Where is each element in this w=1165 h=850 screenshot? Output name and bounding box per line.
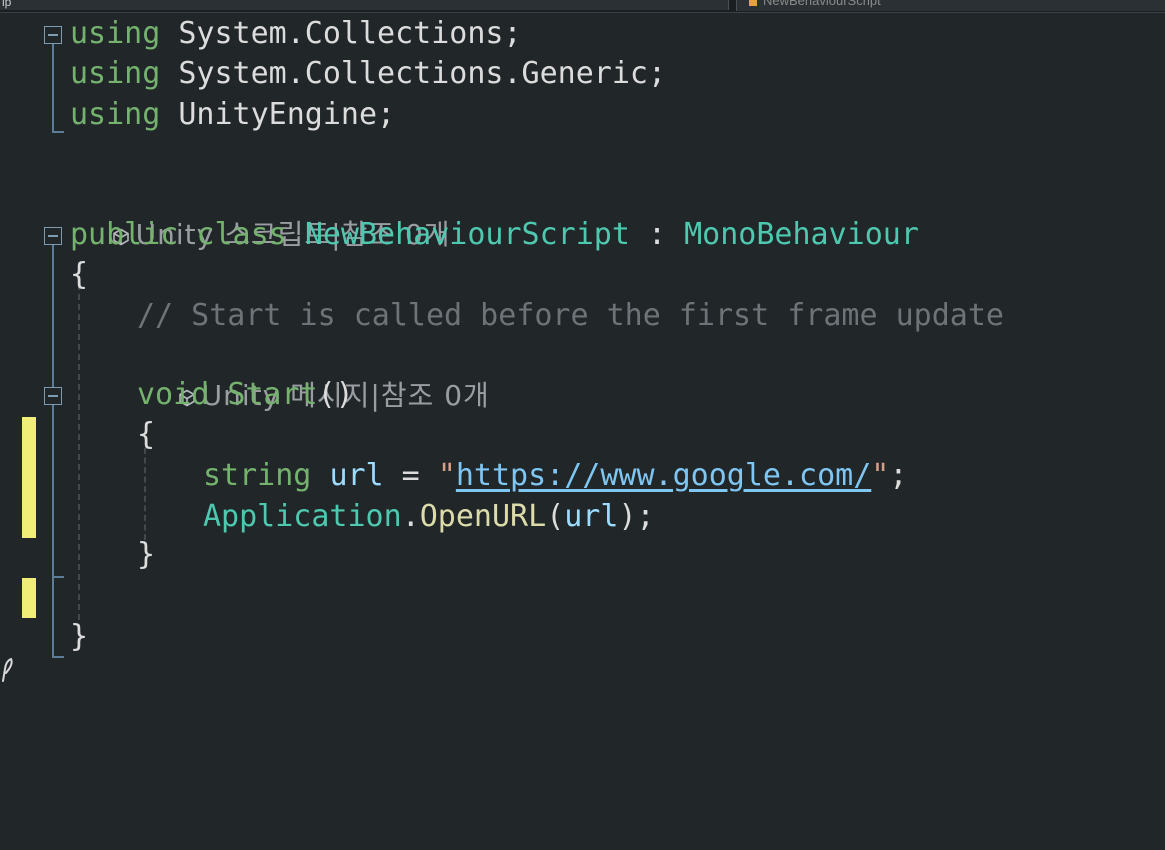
right-paren-semicolon: ); [618, 499, 655, 534]
namespace-text: System.Collections; [178, 16, 522, 51]
editor-tab-newbehaviourscript[interactable]: NewBehaviourScript [736, 0, 1165, 11]
keyword-using: using [70, 56, 161, 91]
code-comment: // Start is called before the first fram… [137, 298, 1004, 333]
keyword-using: using [70, 16, 161, 51]
keyword-class: class [196, 217, 287, 252]
collapse-method-block-icon[interactable] [44, 387, 62, 405]
class-close-brace: } [70, 619, 89, 654]
keyword-public: public [70, 217, 179, 252]
variable-url: url [329, 458, 384, 493]
code-line-string-url[interactable]: string url = "https://www.google.com/"; [0, 456, 907, 496]
class-name: NewBehaviourScript [304, 217, 630, 252]
quick-action-icon[interactable] [0, 655, 14, 683]
method-block-outline-end [52, 576, 64, 578]
semicolon: ; [889, 458, 908, 493]
editor-tab-right-label: NewBehaviourScript [763, 0, 881, 8]
class-block-outline [52, 245, 54, 657]
method-openurl: OpenURL [419, 499, 547, 534]
code-line-method-declaration[interactable]: void Start() [0, 375, 354, 415]
code-line-class-close-brace[interactable]: } [0, 617, 88, 657]
script-file-icon [749, 0, 757, 6]
using-block-outline-end [52, 131, 64, 133]
open-brace: { [70, 257, 89, 292]
indent-guide-class [78, 284, 80, 620]
class-application: Application [203, 499, 402, 534]
base-class-name: MonoBehaviour [684, 217, 919, 252]
codelens-method[interactable]: Unity 메시지|참조 0개 [0, 336, 489, 412]
assign-operator: = [383, 458, 438, 493]
method-parens: () [317, 377, 354, 412]
code-line-empty[interactable] [0, 576, 36, 616]
member-dot: . [401, 499, 420, 534]
editor-tab-left[interactable]: ip [0, 0, 729, 10]
editor-tab-strip: ip NewBehaviourScript [0, 0, 1165, 13]
code-line-class-declaration[interactable]: public class NewBehaviourScript : MonoBe… [0, 215, 919, 255]
using-block-outline [52, 44, 54, 132]
namespace-text: System.Collections.Generic; [178, 56, 667, 91]
namespace-text: UnityEngine; [178, 97, 396, 132]
code-line-2[interactable]: using System.Collections.Generic; [0, 54, 666, 94]
code-line-open-url[interactable]: Application.OpenURL(url); [0, 497, 655, 537]
keyword-using: using [70, 97, 161, 132]
argument-url: url [564, 499, 619, 534]
keyword-string: string [203, 458, 312, 493]
editor-tab-left-label: ip [2, 0, 12, 9]
collapse-class-block-icon[interactable] [44, 227, 62, 245]
class-block-outline-end [52, 656, 64, 658]
keyword-void: void [137, 377, 210, 412]
indent-guide-method [144, 448, 146, 540]
method-open-brace: { [137, 417, 156, 452]
method-name: Start [227, 377, 318, 412]
url-link[interactable]: https://www.google.com/ [456, 458, 871, 493]
string-quote-open: " [437, 458, 456, 493]
code-line-comment[interactable]: // Start is called before the first fram… [0, 296, 1004, 336]
string-quote-close: " [871, 458, 890, 493]
collapse-using-block-icon[interactable] [44, 26, 62, 44]
code-line-1[interactable]: using System.Collections; [0, 14, 522, 54]
class-colon: : [629, 217, 685, 252]
method-close-brace: } [137, 537, 156, 572]
codelens-class[interactable]: Unity 스크립트|참조 0개 [0, 175, 450, 251]
code-line-3[interactable]: using UnityEngine; [0, 95, 395, 135]
left-paren: ( [546, 499, 565, 534]
code-line-class-open-brace[interactable]: { [0, 255, 88, 295]
code-line-method-open-brace[interactable]: { [0, 415, 155, 455]
code-line-method-close-brace[interactable]: } [0, 535, 155, 575]
